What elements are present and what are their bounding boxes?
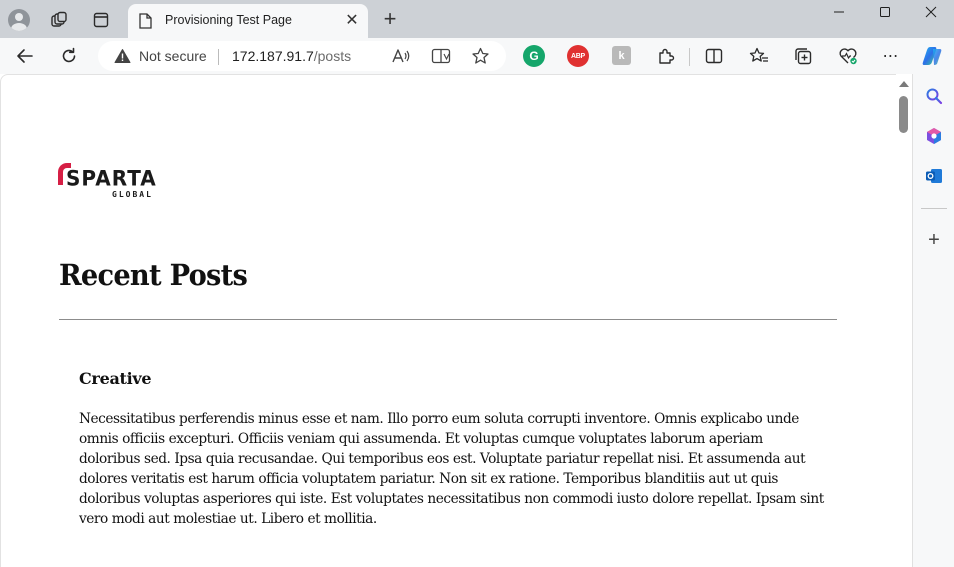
post-body: Necessitatibus perferendis minus esse et… — [79, 411, 824, 527]
favorites-button[interactable] — [745, 42, 773, 70]
security-label[interactable]: Not secure — [139, 48, 207, 64]
search-icon — [926, 88, 943, 105]
scrollbar-thumb[interactable] — [899, 96, 908, 133]
heart-pulse-icon — [839, 48, 857, 65]
read-aloud-icon[interactable] — [391, 47, 411, 70]
sidebar-outlook-button[interactable] — [921, 163, 947, 189]
favorite-star-icon[interactable] — [471, 47, 490, 70]
refresh-button[interactable] — [55, 42, 83, 70]
tab-close-icon[interactable]: ✕ — [342, 10, 362, 30]
tab-actions-icon[interactable] — [88, 7, 114, 33]
split-screen-icon — [705, 48, 723, 64]
page-icon — [139, 13, 152, 34]
split-screen-button[interactable] — [700, 42, 728, 70]
back-button[interactable] — [11, 42, 39, 70]
logo-wordmark: SPARTA — [66, 165, 157, 191]
url-text[interactable]: 172.187.91.7/posts — [232, 48, 351, 64]
extensions-button[interactable] — [652, 42, 680, 70]
minimize-button[interactable] — [816, 0, 862, 24]
address-divider — [218, 49, 219, 65]
url-path: /posts — [313, 48, 352, 64]
puzzle-icon — [659, 48, 675, 64]
outlook-icon — [926, 169, 942, 183]
refresh-icon — [62, 47, 76, 63]
sparta-global-logo[interactable]: SPARTA GLOBAL — [58, 163, 168, 203]
profile-avatar[interactable] — [8, 9, 30, 31]
navigation-toolbar: Not secure 172.187.91.7/posts G ABP k ⋯ — [0, 38, 954, 74]
maximize-button[interactable] — [862, 0, 908, 24]
tab-strip: Provisioning Test Page ✕ + — [0, 0, 954, 38]
copilot-button[interactable] — [918, 42, 946, 70]
post-title: Creative — [79, 369, 152, 388]
back-arrow-icon — [17, 49, 33, 63]
logo-subtitle: GLOBAL — [112, 190, 153, 199]
tab-title: Provisioning Test Page — [165, 13, 292, 27]
immersive-reader-icon[interactable] — [431, 47, 451, 70]
workspaces-icon[interactable] — [46, 7, 72, 33]
edge-sidebar: + — [912, 74, 954, 567]
close-window-button[interactable] — [908, 0, 954, 24]
sidebar-search-button[interactable] — [921, 83, 947, 109]
extension-icon[interactable]: k — [612, 46, 631, 65]
vertical-scrollbar[interactable] — [896, 74, 912, 567]
collections-icon — [794, 48, 811, 65]
address-bar[interactable]: Not secure 172.187.91.7/posts — [98, 41, 506, 71]
collections-button[interactable] — [789, 42, 817, 70]
new-tab-button[interactable]: + — [378, 6, 402, 32]
grammarly-extension-icon[interactable]: G — [523, 45, 545, 67]
url-host: 172.187.91.7 — [232, 48, 314, 64]
sidebar-add-button[interactable]: + — [921, 227, 947, 253]
tab-active[interactable]: Provisioning Test Page ✕ — [128, 4, 368, 38]
favorites-icon — [749, 47, 768, 62]
toolbar-divider — [689, 48, 690, 66]
page-title: Recent Posts — [59, 258, 248, 292]
sidebar-divider — [921, 208, 947, 209]
scroll-up-arrow-icon[interactable] — [899, 81, 909, 87]
heading-divider — [59, 319, 837, 320]
settings-more-button[interactable]: ⋯ — [877, 42, 905, 70]
adblock-extension-icon[interactable]: ABP — [567, 45, 589, 67]
microsoft-365-icon — [927, 128, 941, 144]
warning-icon[interactable] — [114, 48, 131, 69]
sidebar-m365-button[interactable] — [921, 123, 947, 149]
browser-essentials-button[interactable] — [834, 42, 862, 70]
copilot-icon — [922, 47, 942, 65]
